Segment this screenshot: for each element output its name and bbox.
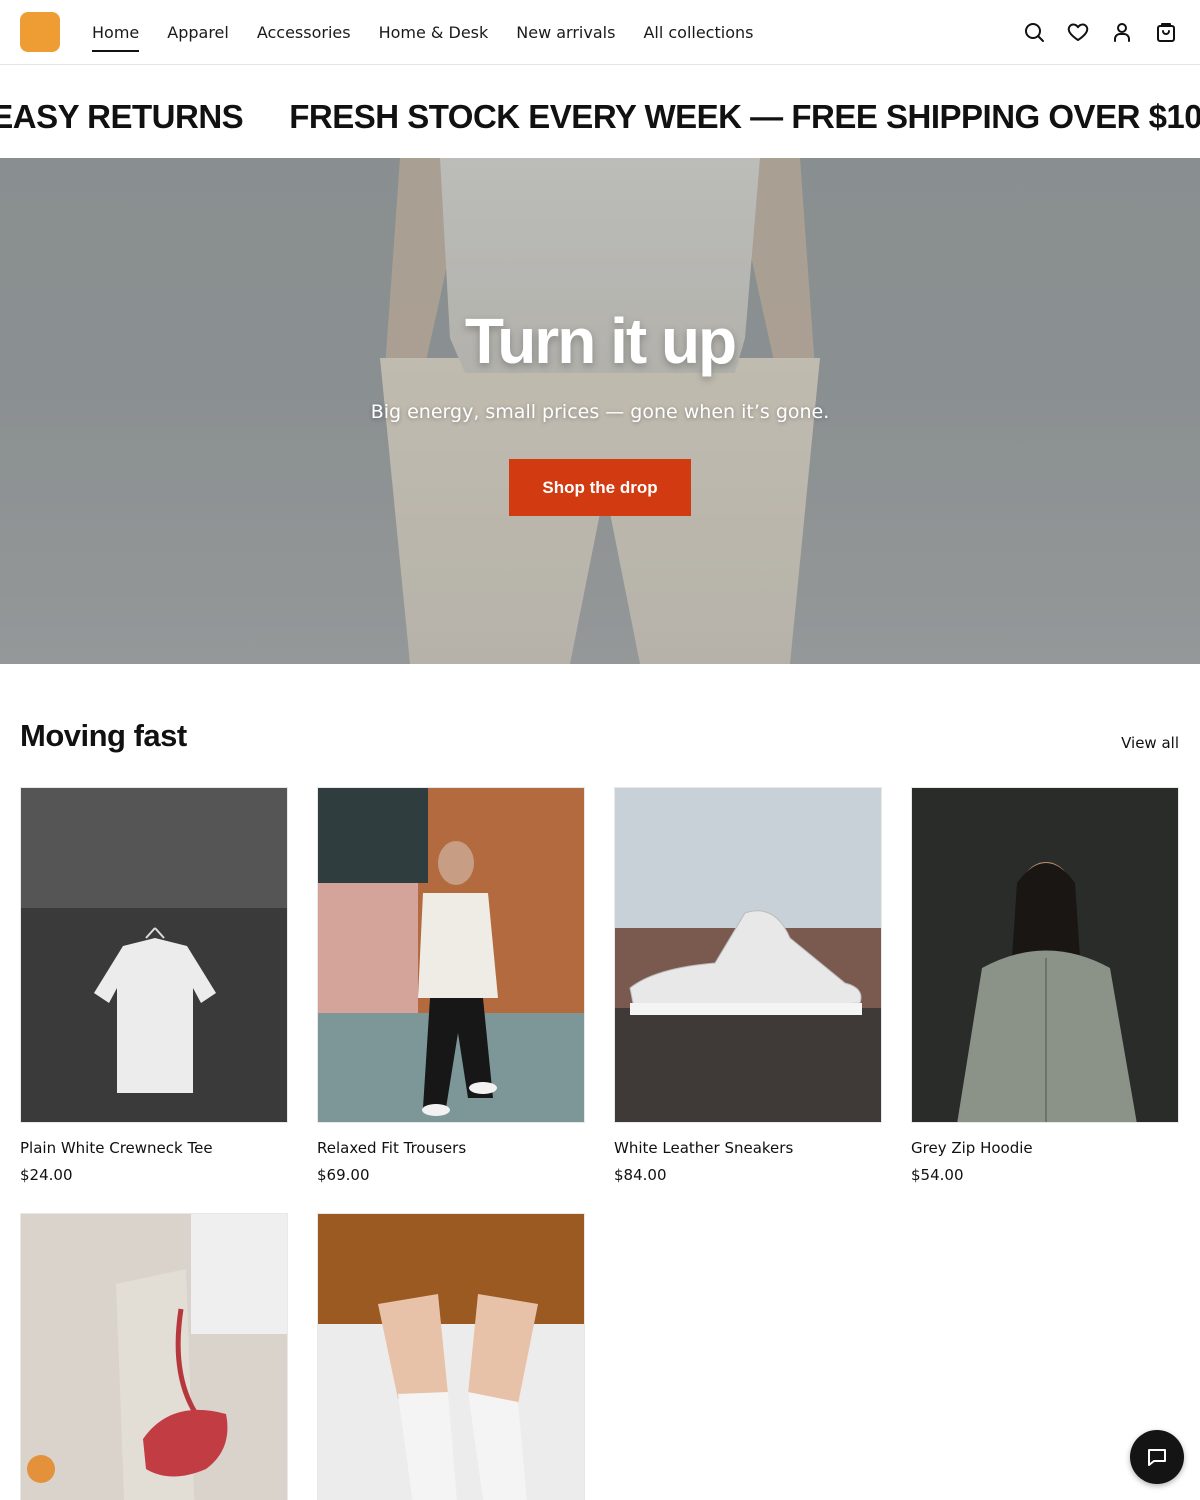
nav-item-home[interactable]: Home — [92, 15, 140, 52]
product-card[interactable]: Plain White Crewneck Tee $24.00 — [20, 787, 288, 1184]
nav-item-apparel[interactable]: Apparel — [167, 15, 229, 50]
marquee-track: $100 — EASY RETURNS FRESH STOCK EVERY WEE… — [0, 97, 1200, 137]
store-logo[interactable] — [20, 12, 60, 52]
nav-item-new-arrivals[interactable]: New arrivals — [516, 15, 615, 50]
product-photo-socks — [318, 1214, 584, 1500]
heart-icon[interactable] — [1066, 20, 1090, 44]
product-image[interactable] — [20, 787, 288, 1123]
header-actions — [1022, 20, 1178, 44]
view-all-link[interactable]: View all — [1121, 734, 1179, 752]
product-photo-sneakers — [615, 788, 881, 1122]
nav-item-home-desk[interactable]: Home & Desk — [379, 15, 489, 50]
hero-banner: Turn it up Big energy, small prices — go… — [0, 158, 1200, 664]
account-icon[interactable] — [1110, 20, 1134, 44]
nav-item-all-collections[interactable]: All collections — [643, 15, 753, 50]
product-price: $54.00 — [911, 1166, 964, 1184]
product-card[interactable] — [317, 1213, 585, 1500]
product-image[interactable] — [911, 787, 1179, 1123]
product-card[interactable]: White Leather Sneakers $84.00 — [614, 787, 882, 1184]
product-price: $24.00 — [20, 1166, 73, 1184]
product-price: $84.00 — [614, 1166, 667, 1184]
product-image[interactable] — [614, 787, 882, 1123]
product-image[interactable] — [317, 1213, 585, 1500]
product-name[interactable]: White Leather Sneakers — [614, 1139, 882, 1157]
site-header: Home Apparel Accessories Home & Desk New… — [0, 0, 1200, 65]
product-image[interactable] — [20, 1213, 288, 1500]
product-photo-hoodie — [912, 788, 1178, 1122]
chat-button[interactable] — [1130, 1430, 1184, 1484]
product-card[interactable] — [20, 1213, 288, 1500]
search-icon[interactable] — [1022, 20, 1046, 44]
product-photo-trousers — [318, 788, 584, 1122]
announcement-marquee: $100 — EASY RETURNS FRESH STOCK EVERY WEE… — [0, 65, 1200, 158]
marquee-text: $100 — EASY RETURNS — [0, 98, 244, 135]
nav-item-accessories[interactable]: Accessories — [257, 15, 351, 50]
chat-icon — [1148, 1449, 1166, 1466]
marquee-text: FRESH STOCK EVERY WEEK — FREE SHIPPING O… — [289, 98, 1200, 135]
hero-subtitle: Big energy, small prices — gone when it’… — [370, 401, 830, 423]
product-image[interactable] — [317, 787, 585, 1123]
product-name[interactable]: Grey Zip Hoodie — [911, 1139, 1179, 1157]
shop-the-drop-button[interactable]: Shop the drop — [509, 459, 691, 516]
product-card[interactable]: Relaxed Fit Trousers $69.00 — [317, 787, 585, 1184]
product-name[interactable]: Plain White Crewneck Tee — [20, 1139, 288, 1157]
product-card[interactable]: Grey Zip Hoodie $54.00 — [911, 787, 1179, 1184]
cart-icon[interactable] — [1154, 20, 1178, 44]
main-nav: Home Apparel Accessories Home & Desk New… — [92, 0, 753, 64]
product-photo-tee — [21, 788, 287, 1122]
product-name[interactable]: Relaxed Fit Trousers — [317, 1139, 585, 1157]
product-photo-belt-bag — [21, 1214, 287, 1500]
section-title: Moving fast — [20, 718, 187, 753]
hero-title: Turn it up — [464, 305, 737, 377]
product-price: $69.00 — [317, 1166, 370, 1184]
